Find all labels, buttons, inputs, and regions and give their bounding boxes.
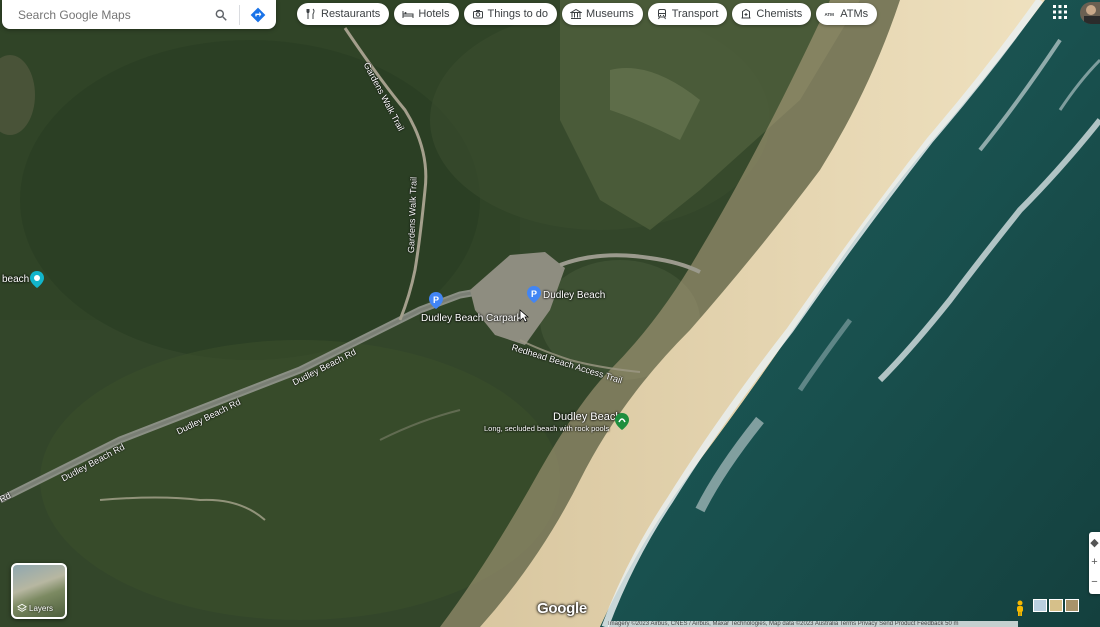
apps-grid-icon[interactable]: [1052, 4, 1068, 20]
layers-button[interactable]: Layers: [11, 563, 67, 619]
beach-poi-icon[interactable]: [615, 413, 629, 430]
satellite-map[interactable]: [0, 0, 1100, 627]
chip-things-to-do[interactable]: Things to do: [463, 3, 558, 25]
chip-label: Things to do: [487, 8, 549, 20]
pegman-icon[interactable]: [1013, 600, 1027, 616]
beach-poi-icon[interactable]: [30, 271, 44, 288]
chip-restaurants[interactable]: Restaurants: [297, 3, 390, 25]
google-logo: Google: [537, 600, 587, 617]
directions-button[interactable]: [240, 1, 276, 29]
parking-pin-icon[interactable]: P: [527, 286, 541, 303]
chip-museums[interactable]: Museums: [562, 3, 643, 25]
zoom-in-button[interactable]: +: [1089, 552, 1100, 572]
search-box[interactable]: [2, 0, 276, 30]
zoom-out-button[interactable]: −: [1089, 572, 1100, 592]
parking-pin-icon[interactable]: P: [429, 292, 443, 309]
svg-text:P: P: [433, 295, 439, 305]
layers-label-wrap: Layers: [17, 603, 53, 613]
chip-atms[interactable]: ATM ATMs: [816, 3, 878, 25]
chip-label: ATMs: [840, 8, 869, 20]
layers-icon: [17, 603, 27, 612]
poi-description: Long, secluded beach with rock pools: [484, 424, 610, 433]
layers-label: Layers: [29, 603, 54, 613]
map-label-dudley-beach-parking[interactable]: Dudley Beach: [543, 290, 605, 301]
imagery-thumbnail[interactable]: [1033, 599, 1047, 612]
attribution-bar: Imagery ©2023 Airbus, CNES / Airbus, Max…: [608, 621, 1018, 627]
svg-text:ATM: ATM: [825, 12, 835, 17]
search-icon: [215, 9, 227, 21]
restaurant-icon: [306, 8, 315, 19]
museum-icon: [570, 8, 583, 19]
camera-icon: [472, 10, 483, 19]
imagery-thumbnail[interactable]: [1065, 599, 1079, 612]
compass-button[interactable]: ◆: [1089, 532, 1100, 552]
transport-icon: [657, 9, 666, 20]
imagery-thumbnails: [1033, 599, 1079, 612]
atm-icon: ATM: [825, 12, 835, 17]
search-input[interactable]: [2, 0, 203, 30]
svg-text:P: P: [531, 289, 537, 299]
chip-label: Museums: [586, 8, 634, 20]
chip-label: Restaurants: [321, 8, 381, 20]
imagery-thumbnail[interactable]: [1049, 599, 1063, 612]
chip-label: Chemists: [756, 8, 803, 20]
account-avatar[interactable]: [1080, 2, 1100, 24]
category-chips: Restaurants Hotels Things to do Museums …: [297, 3, 878, 25]
chip-transport[interactable]: Transport: [647, 3, 728, 25]
search-button[interactable]: [203, 1, 239, 29]
hotel-icon: [402, 11, 414, 18]
chip-chemists[interactable]: Chemists: [732, 3, 812, 25]
directions-icon: [250, 7, 266, 22]
mouse-cursor: [519, 309, 529, 323]
chip-hotels[interactable]: Hotels: [394, 3, 459, 25]
map-label-beach-left[interactable]: beach: [2, 274, 29, 285]
chip-label: Transport: [671, 8, 719, 20]
chip-label: Hotels: [418, 8, 450, 20]
pharmacy-icon: [741, 8, 751, 19]
map-label-dudley-beach-poi[interactable]: Dudley Beach: [553, 411, 622, 423]
map-controls: ◆ + −: [1089, 532, 1100, 594]
map-label-carpark[interactable]: Dudley Beach Carpark: [421, 313, 522, 324]
